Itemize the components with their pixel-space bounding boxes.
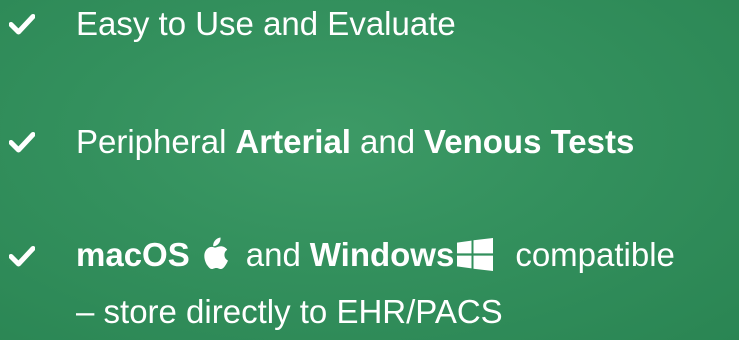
feature-label-and: and [359,123,416,160]
feature-label-venous-tests: Venous Tests [424,123,635,160]
feature-label-arterial: Arterial [235,123,351,160]
feature-label-windows: Windows [309,236,455,273]
checkmark-icon [9,14,35,35]
feature-text: Peripheral Arterial and Venous Tests [76,122,634,162]
feature-label-peripheral: Peripheral [76,123,227,160]
checkmark-icon [9,132,35,153]
feature-subline: – store directly to EHR/PACS [76,293,503,330]
apple-logo-icon [204,237,228,269]
checkmark-icon [9,246,35,267]
windows-logo-icon [457,237,494,271]
feature-label-and: and [245,236,301,273]
feature-banner: { "colors": { "background": "#33905d", "… [0,0,739,340]
feature-label-compatible: compatible [515,236,675,273]
feature-text: macOS and Windows compatible [76,235,675,275]
feature-label: Easy to Use and Evaluate [76,5,456,42]
feature-text: Easy to Use and Evaluate [76,4,456,44]
feature-label-macos: macOS [76,236,190,273]
